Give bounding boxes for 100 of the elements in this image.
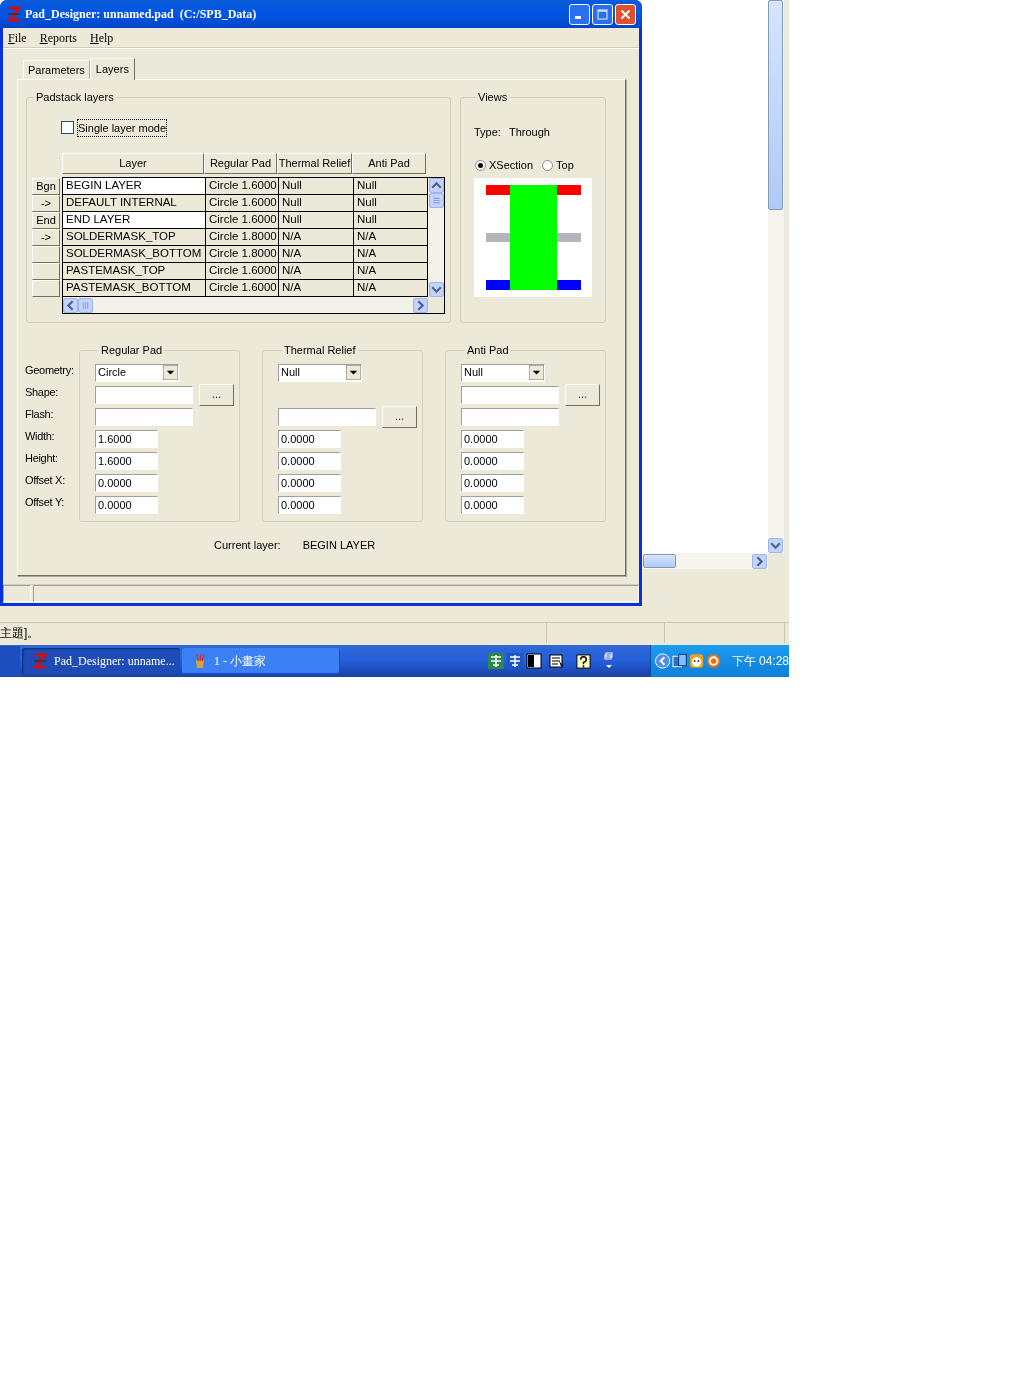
input-field[interactable]: 0.0000: [461, 429, 524, 448]
minimize-button[interactable]: [569, 3, 590, 25]
menu-item[interactable]: File: [8, 28, 27, 47]
scrollbar-thumb[interactable]: [78, 297, 93, 313]
scroll-left-button[interactable]: [63, 297, 78, 313]
input-field[interactable]: [278, 407, 376, 426]
half-width-icon[interactable]: [526, 653, 542, 669]
table-cell[interactable]: Null: [354, 195, 428, 211]
restore-langbar-icon[interactable]: [604, 652, 614, 670]
input-field[interactable]: [461, 407, 559, 426]
chat-icon[interactable]: [689, 653, 705, 669]
table-cell[interactable]: END LAYER: [63, 212, 206, 228]
column-header[interactable]: Anti Pad: [352, 153, 426, 174]
input-field[interactable]: 0.0000: [461, 495, 524, 514]
input-field[interactable]: [461, 385, 559, 404]
table-cell[interactable]: SOLDERMASK_BOTTOM: [63, 246, 206, 262]
table-cell[interactable]: Circle 1.6000: [206, 263, 279, 279]
input-field[interactable]: 0.0000: [95, 473, 158, 492]
input-field[interactable]: 0.0000: [461, 473, 524, 492]
dropdown-arrow-icon[interactable]: [529, 365, 544, 380]
input-method-icon[interactable]: [507, 653, 523, 669]
input-field[interactable]: [95, 407, 193, 426]
row-marker-button[interactable]: ->: [32, 195, 60, 212]
menu-item[interactable]: Reports: [39, 28, 78, 47]
dropdown[interactable]: Circle: [95, 363, 179, 382]
table-cell[interactable]: Null: [354, 212, 428, 228]
input-field[interactable]: 0.0000: [278, 429, 341, 448]
table-cell[interactable]: Circle 1.6000: [206, 280, 279, 296]
column-header[interactable]: Thermal Relief: [277, 153, 352, 174]
table-cell[interactable]: N/A: [279, 263, 354, 279]
table-cell[interactable]: Circle 1.8000: [206, 229, 279, 245]
vertical-scrollbar[interactable]: [428, 178, 444, 297]
taskbar-button[interactable]: Pad_Designer: unname...: [22, 648, 180, 674]
table-cell[interactable]: N/A: [279, 229, 354, 245]
dropdown-arrow-icon[interactable]: [163, 365, 178, 380]
table-cell[interactable]: Circle 1.8000: [206, 246, 279, 262]
menu-item[interactable]: Help: [90, 28, 114, 47]
help-icon[interactable]: [576, 653, 591, 669]
horizontal-scrollbar[interactable]: [63, 297, 428, 313]
table-cell[interactable]: Null: [279, 178, 354, 194]
scroll-right-button[interactable]: [413, 297, 428, 313]
table-cell[interactable]: Circle 1.6000: [206, 212, 279, 228]
clock[interactable]: 下午 04:28: [731, 652, 789, 670]
table-cell[interactable]: N/A: [354, 263, 428, 279]
input-field[interactable]: 1.6000: [95, 451, 158, 470]
tab[interactable]: Parameters: [23, 60, 90, 79]
column-header[interactable]: Layer: [62, 153, 204, 174]
input-field[interactable]: 1.6000: [95, 429, 158, 448]
browse-button[interactable]: ...: [382, 405, 417, 428]
input-field[interactable]: [95, 385, 193, 404]
browse-button[interactable]: ...: [199, 383, 234, 406]
table-cell[interactable]: N/A: [279, 280, 354, 296]
scrollbar-thumb[interactable]: [428, 193, 444, 208]
tray-icon[interactable]: [706, 653, 722, 669]
scroll-down-button[interactable]: [428, 282, 444, 297]
table-cell[interactable]: Null: [279, 212, 354, 228]
input-field[interactable]: 0.0000: [278, 451, 341, 470]
dropdown[interactable]: Null: [278, 363, 362, 382]
table-cell[interactable]: Null: [354, 178, 428, 194]
table-cell[interactable]: PASTEMASK_BOTTOM: [63, 280, 206, 296]
radio-button[interactable]: XSection: [475, 157, 534, 174]
close-button[interactable]: [615, 3, 636, 25]
radio-button[interactable]: Top: [542, 157, 574, 174]
table-cell[interactable]: BEGIN LAYER: [63, 178, 206, 194]
table-cell[interactable]: N/A: [354, 229, 428, 245]
row-marker-button[interactable]: Bgn: [32, 178, 60, 195]
table-cell[interactable]: Circle 1.6000: [206, 178, 279, 194]
tray-icon[interactable]: [672, 653, 688, 669]
show-hidden-icon[interactable]: [655, 653, 671, 669]
maximize-button[interactable]: [592, 3, 613, 25]
taskbar-button[interactable]: 1 - 小畫家: [182, 648, 340, 674]
table-cell[interactable]: Circle 1.6000: [206, 195, 279, 211]
row-marker-button[interactable]: ->: [32, 229, 60, 246]
row-marker-button[interactable]: End: [32, 212, 60, 229]
scroll-right-button[interactable]: [752, 553, 767, 569]
input-field[interactable]: 0.0000: [95, 495, 158, 514]
browse-button[interactable]: ...: [565, 383, 600, 406]
table-cell[interactable]: SOLDERMASK_TOP: [63, 229, 206, 245]
input-field[interactable]: 0.0000: [278, 473, 341, 492]
scroll-down-button[interactable]: [768, 538, 783, 553]
dropdown[interactable]: Null: [461, 363, 545, 382]
table-cell[interactable]: Null: [279, 195, 354, 211]
input-method-icon[interactable]: [488, 653, 504, 669]
vertical-scrollbar[interactable]: [768, 0, 784, 553]
dropdown-arrow-icon[interactable]: [346, 365, 361, 380]
input-field[interactable]: 0.0000: [461, 451, 524, 470]
checkbox[interactable]: [61, 121, 74, 135]
table-cell[interactable]: N/A: [354, 280, 428, 296]
table-cell[interactable]: PASTEMASK_TOP: [63, 263, 206, 279]
table-cell[interactable]: N/A: [279, 246, 354, 262]
row-marker-button[interactable]: [32, 263, 60, 280]
soft-keyboard-icon[interactable]: [549, 653, 565, 669]
checkbox-label[interactable]: Single layer mode: [78, 119, 167, 136]
tab[interactable]: Layers: [89, 58, 135, 80]
row-marker-button[interactable]: [32, 280, 60, 297]
scrollbar-thumb[interactable]: [643, 554, 676, 568]
table-cell[interactable]: N/A: [354, 246, 428, 262]
column-header[interactable]: Regular Pad: [204, 153, 277, 174]
scroll-up-button[interactable]: [428, 178, 444, 193]
input-field[interactable]: 0.0000: [278, 495, 341, 514]
